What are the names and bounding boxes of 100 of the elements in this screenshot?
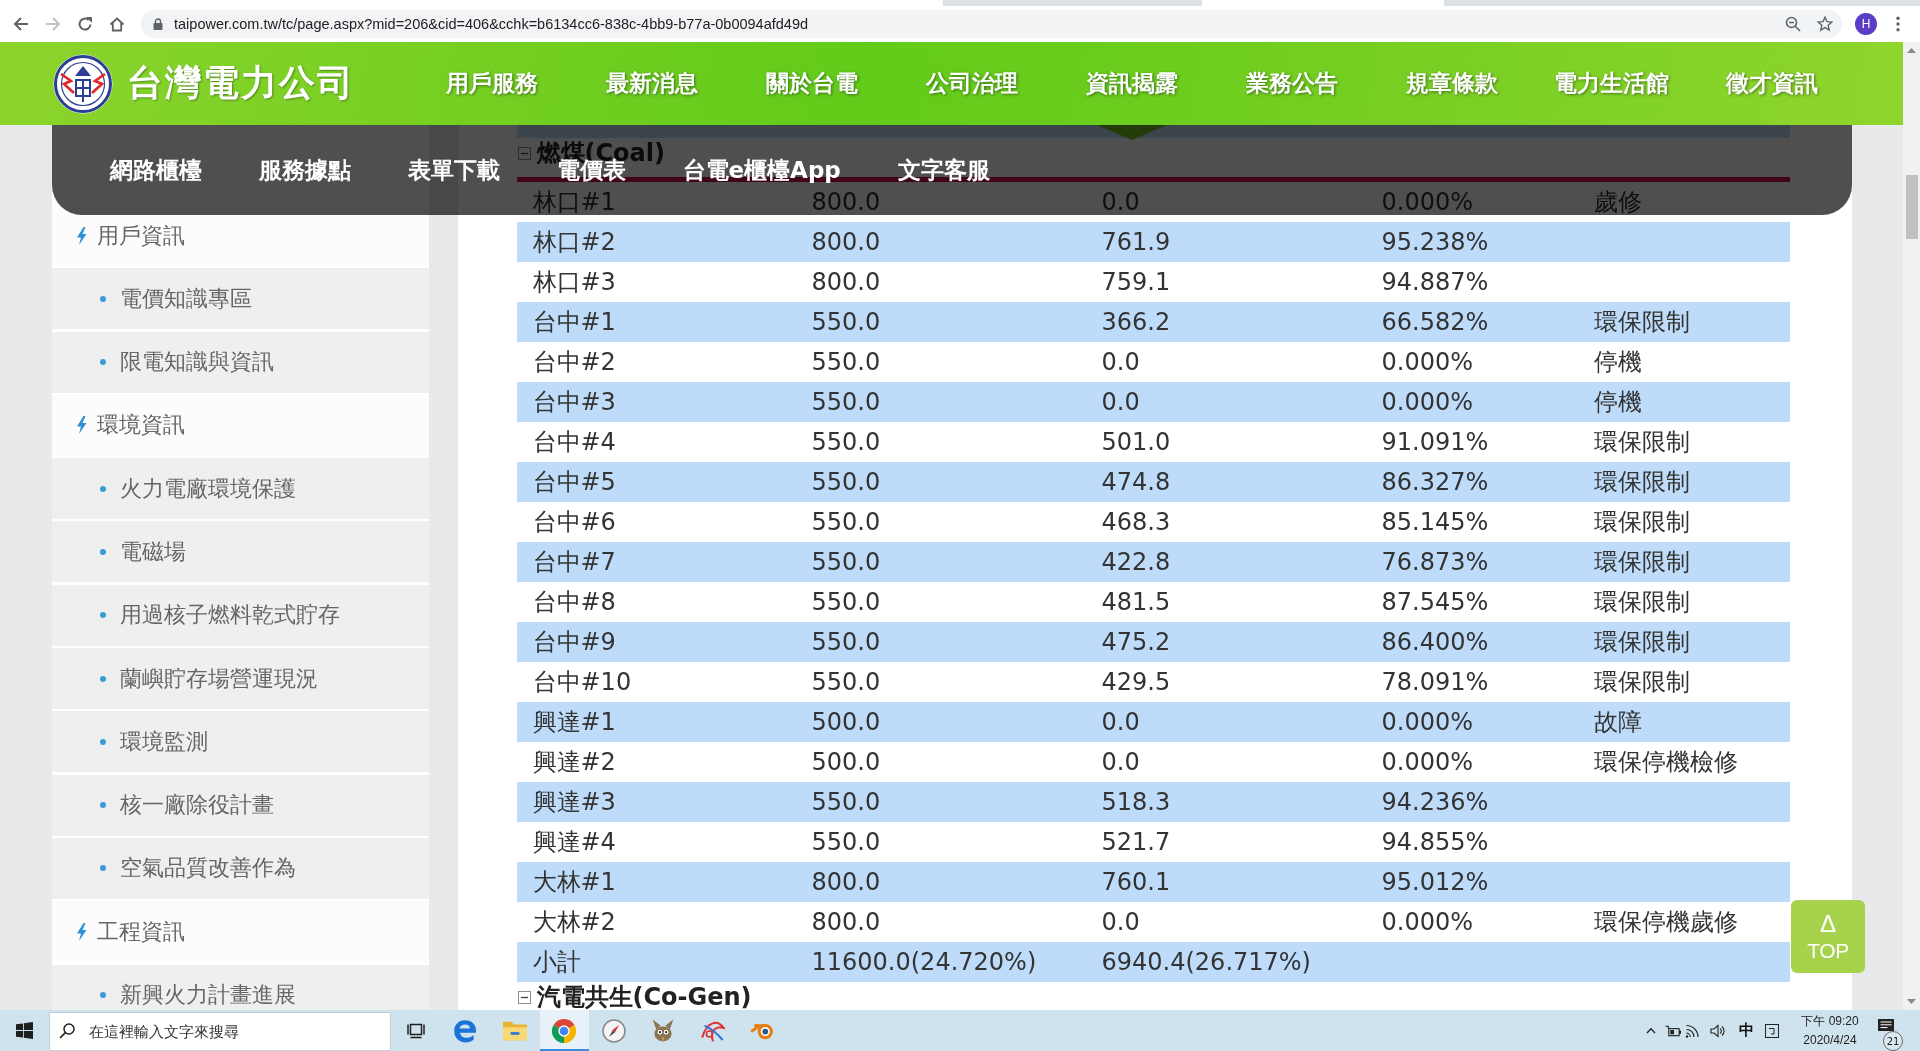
reload-icon[interactable] bbox=[77, 16, 93, 32]
sidebar-link[interactable]: 核一廠除役計畫 bbox=[51, 774, 429, 836]
volume-icon[interactable] bbox=[1710, 1023, 1725, 1038]
table-cell: 759.1 bbox=[1101, 268, 1171, 296]
input-mode-icon[interactable] bbox=[1765, 1023, 1779, 1038]
table-cell: 760.1 bbox=[1101, 868, 1171, 896]
mascot-icon bbox=[651, 1018, 676, 1043]
wifi-icon[interactable] bbox=[1685, 1023, 1699, 1038]
sidebar-link[interactable]: 用過核子燃料乾式貯存 bbox=[51, 584, 429, 646]
bullet-icon bbox=[99, 738, 106, 745]
sidebar-link[interactable]: 新興火力計畫進展 bbox=[51, 964, 429, 1010]
section-title: 汽電共生(Co-Gen) bbox=[536, 983, 752, 1010]
table-cell: 環保限制 bbox=[1593, 628, 1690, 656]
sidebar-link[interactable]: 空氣品質改善作為 bbox=[51, 837, 429, 899]
table-cell: 環保限制 bbox=[1593, 308, 1690, 336]
zoom-out-icon[interactable] bbox=[1785, 16, 1801, 32]
bullet-icon bbox=[99, 992, 106, 999]
address-bar[interactable]: taipower.com.tw/tc/page.aspx?mid=206&cid=406&cchk=b6134cc6-838c-4bb9-b77a-0b0094afd49d bbox=[141, 10, 1842, 38]
table-cell: 興達#3 bbox=[532, 788, 616, 816]
compass-icon bbox=[601, 1018, 626, 1043]
table-cell: 550.0 bbox=[811, 348, 881, 376]
collapse-icon[interactable] bbox=[517, 990, 531, 1004]
table-cell: 0.000% bbox=[1381, 748, 1473, 776]
table-cell: 台中#7 bbox=[532, 548, 616, 576]
table-cell: 550.0 bbox=[811, 308, 881, 336]
notification-badge: 21 bbox=[1883, 1031, 1903, 1051]
lock-icon bbox=[153, 18, 163, 30]
menu-icon[interactable] bbox=[1896, 16, 1900, 32]
table-cell: 550.0 bbox=[811, 388, 881, 416]
table-cell: 台中#1 bbox=[532, 308, 616, 336]
sidebar-link[interactable]: 火力電廠環境保護 bbox=[51, 458, 429, 520]
chevron-up-icon[interactable] bbox=[1646, 1027, 1656, 1034]
table-cell: 86.400% bbox=[1381, 628, 1489, 656]
table-cell: 800.0 bbox=[811, 868, 881, 896]
table-cell: 500.0 bbox=[811, 708, 881, 736]
lightning-icon bbox=[75, 226, 87, 245]
table-cell: 0.0 bbox=[1101, 348, 1140, 376]
profile-avatar[interactable]: H bbox=[1855, 13, 1877, 35]
table-cell: 87.545% bbox=[1381, 588, 1489, 616]
back-icon[interactable] bbox=[13, 16, 29, 32]
table-cell: 林口#2 bbox=[532, 228, 616, 256]
table-cell: 台中#3 bbox=[532, 388, 616, 416]
search-icon bbox=[59, 1023, 75, 1039]
bullet-icon bbox=[99, 802, 106, 809]
table-cell: 66.582% bbox=[1381, 308, 1489, 336]
star-icon[interactable] bbox=[1817, 16, 1833, 32]
table-cell: 550.0 bbox=[811, 788, 881, 816]
sidebar-link[interactable]: 限電知識與資訊 bbox=[51, 331, 429, 393]
menu-link[interactable]: 表單下載 bbox=[407, 154, 500, 186]
table-cell: 550.0 bbox=[811, 428, 881, 456]
circle-logo-icon bbox=[552, 1018, 577, 1043]
table-cell: 0.0 bbox=[1101, 748, 1140, 776]
table-cell: 475.2 bbox=[1101, 628, 1171, 656]
table-cell: 台中#2 bbox=[532, 348, 616, 376]
table-cell: 95.238% bbox=[1381, 228, 1489, 256]
table-cell: 故障 bbox=[1593, 708, 1642, 736]
table-cell: 0.000% bbox=[1381, 388, 1473, 416]
table-cell: 800.0 bbox=[811, 228, 881, 256]
table-cell: 0.000% bbox=[1381, 348, 1473, 376]
lightning-icon bbox=[75, 416, 87, 435]
bullet-icon bbox=[99, 549, 106, 555]
scroll-down-icon[interactable] bbox=[1907, 999, 1916, 1004]
table-cell: 台中#10 bbox=[532, 668, 632, 696]
sidebar-link[interactable]: 蘭嶼貯存場營運現況 bbox=[51, 648, 429, 710]
table-cell: 大林#2 bbox=[532, 908, 616, 936]
sidebar-link[interactable]: 電磁場 bbox=[51, 521, 429, 583]
table-cell: 0.000% bbox=[1381, 188, 1473, 216]
clock[interactable]: 下午 09:20 2020/4/24 bbox=[1796, 1011, 1864, 1050]
table-cell: 台中#4 bbox=[532, 428, 616, 456]
table-cell: 停機 bbox=[1593, 348, 1642, 376]
bullet-icon bbox=[99, 865, 106, 872]
sidebar-link[interactable]: 電價知識專區 bbox=[51, 268, 429, 330]
logo-icon[interactable] bbox=[52, 53, 113, 114]
scroll-up-icon[interactable] bbox=[1907, 48, 1916, 53]
table-cell: 800.0 bbox=[811, 188, 881, 216]
table-cell: 大林#1 bbox=[532, 868, 616, 896]
ime-indicator[interactable]: 中 bbox=[1739, 1021, 1754, 1040]
sidebar-link[interactable]: 環境監測 bbox=[51, 711, 429, 773]
home-icon[interactable] bbox=[109, 16, 125, 32]
table-cell: 停機 bbox=[1593, 388, 1642, 416]
bullet-icon bbox=[99, 359, 106, 366]
notification-icon[interactable] bbox=[1878, 1019, 1894, 1032]
table-cell: 481.5 bbox=[1101, 588, 1171, 616]
menu-link[interactable]: 台電e櫃檯App bbox=[682, 154, 841, 186]
power-icon[interactable] bbox=[1665, 1024, 1681, 1037]
search-field[interactable]: 在這裡輸入文字來搜尋 bbox=[49, 1012, 391, 1051]
scrollbar-thumb[interactable] bbox=[1905, 175, 1918, 239]
table-cell: 550.0 bbox=[811, 668, 881, 696]
table-cell: 429.5 bbox=[1101, 668, 1171, 696]
menu-link[interactable]: 服務據點 bbox=[258, 154, 351, 186]
table-cell: 台中#9 bbox=[532, 628, 616, 656]
windows-logo-icon[interactable] bbox=[15, 1022, 33, 1039]
menu-link[interactable]: 文字客服 bbox=[897, 154, 990, 186]
table-cell: 環保限制 bbox=[1593, 588, 1690, 616]
table-cell: 500.0 bbox=[811, 748, 881, 776]
table-cell: 興達#4 bbox=[532, 828, 616, 856]
table-cell: 小計 bbox=[532, 948, 581, 976]
table-cell: 91.091% bbox=[1381, 428, 1489, 456]
menu-link[interactable]: 網路櫃檯 bbox=[109, 154, 202, 186]
table-cell: 環保停機檢修 bbox=[1593, 748, 1738, 776]
